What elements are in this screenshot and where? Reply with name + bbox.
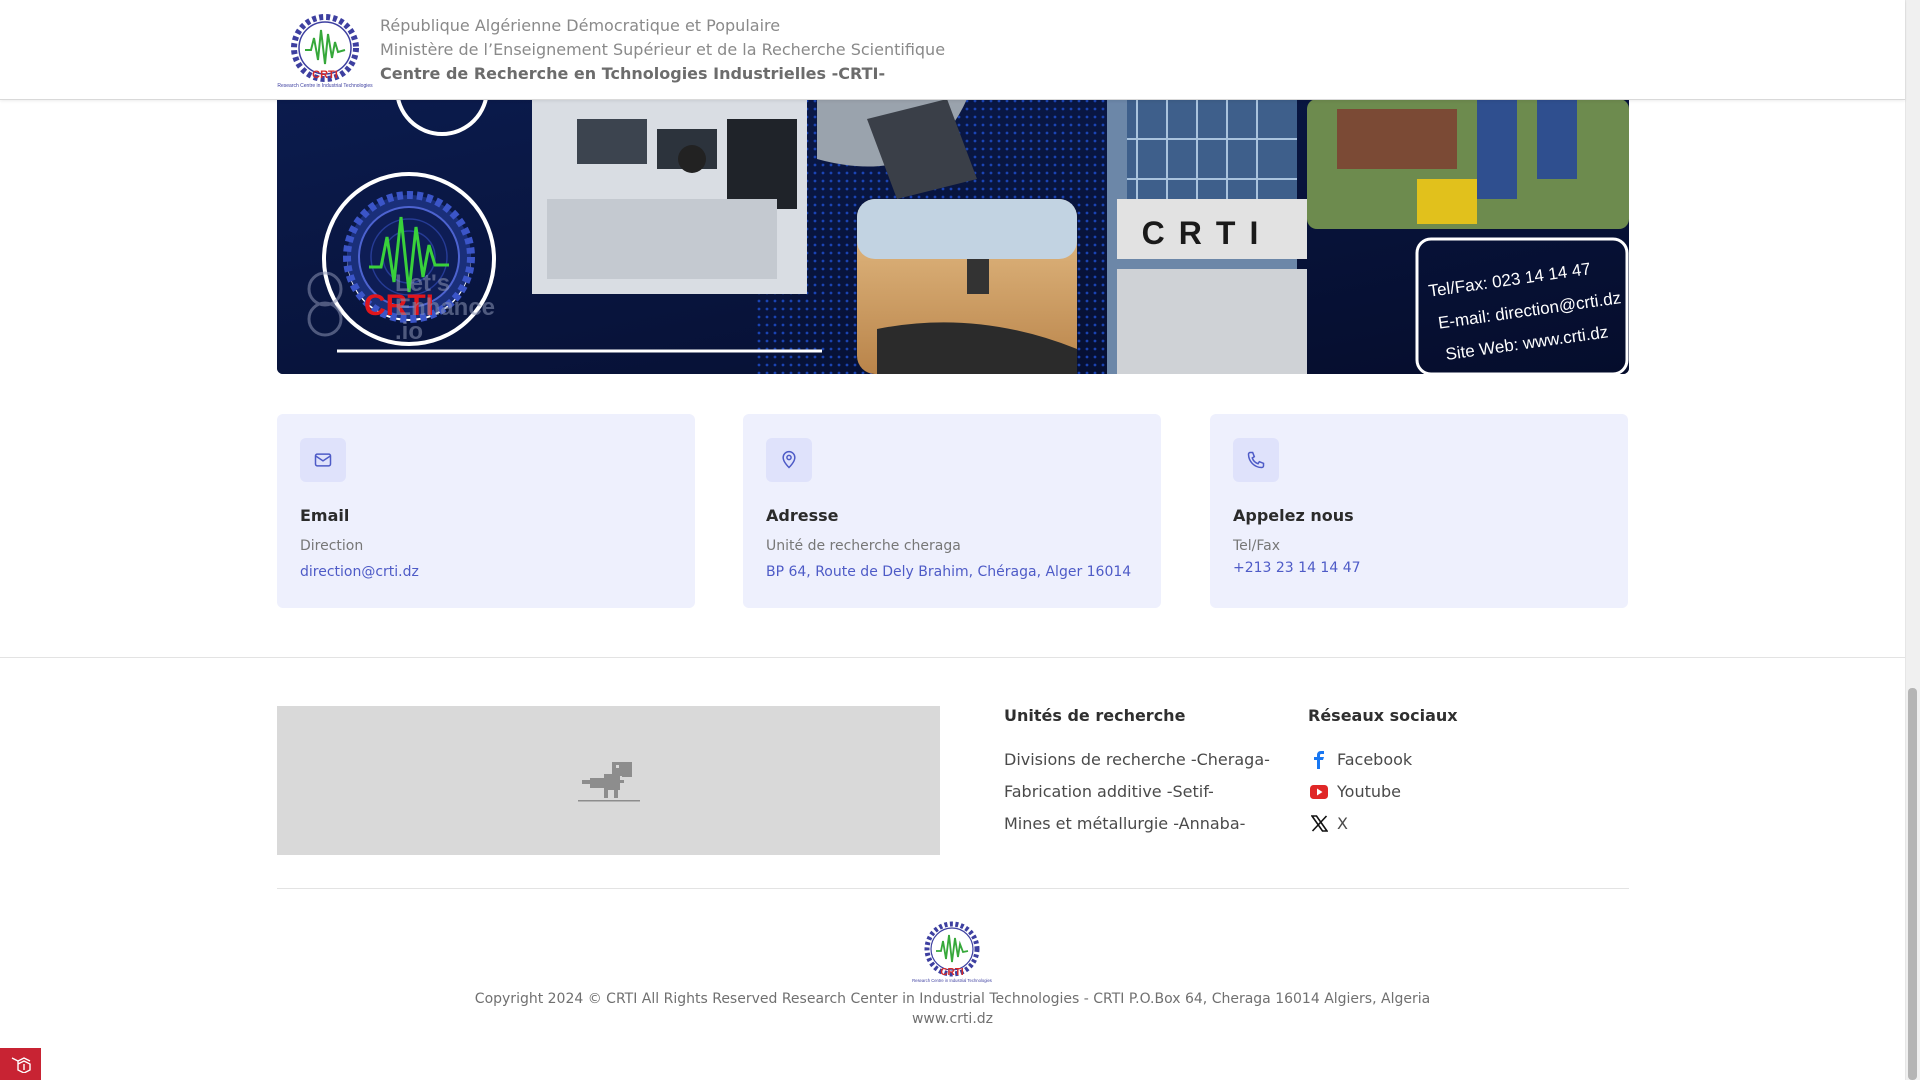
field-photo <box>1307 99 1629 229</box>
copyright-text: Copyright 2024 © CRTI All Rights Reserve… <box>474 991 1431 1007</box>
crti-logo[interactable]: CRTI Research Centre in Industrial Techn… <box>276 10 374 90</box>
social-link-youtube[interactable]: Youtube <box>1310 782 1401 801</box>
address-card: Adresse Unité de recherche cheraga BP 64… <box>743 414 1161 608</box>
unit-link-setif[interactable]: Fabrication additive -Setif- <box>1004 782 1214 801</box>
building-photo: CRTI <box>1107 99 1307 374</box>
svg-text:Research Centre in Industrial: Research Centre in Industrial Technologi… <box>277 83 373 89</box>
svg-text:CRTI: CRTI <box>312 69 338 81</box>
debug-toolbar-button[interactable] <box>0 1048 41 1080</box>
desert-photo <box>857 199 1077 374</box>
social-title: Réseaux sociaux <box>1308 706 1458 725</box>
map-embed[interactable] <box>277 706 940 855</box>
phone-card-title: Appelez nous <box>1233 506 1354 525</box>
svg-text:Let's: Let's <box>395 270 450 297</box>
footer-crti-logo: CRTI Research Centre in Industrial Techn… <box>911 919 993 985</box>
svg-text:.io: .io <box>395 318 423 345</box>
address-card-title: Adresse <box>766 506 839 525</box>
footer-divider <box>0 657 1905 658</box>
scrollbar-thumb[interactable] <box>1908 688 1917 1080</box>
header-titles: République Algérienne Démocratique et Po… <box>380 14 945 86</box>
svg-text:Research Centre in Industrial: Research Centre in Industrial Technologi… <box>912 978 992 983</box>
facebook-icon <box>1310 750 1328 769</box>
social-label-facebook: Facebook <box>1337 750 1413 769</box>
website-link[interactable]: www.crti.dz <box>0 1011 1905 1027</box>
svg-text:CRTI: CRTI <box>1142 215 1273 251</box>
header-line-republic: République Algérienne Démocratique et Po… <box>380 16 781 35</box>
social-link-x[interactable]: X <box>1310 814 1348 833</box>
phone-link[interactable]: +213 23 14 14 47 <box>1233 560 1361 576</box>
hero-banner: CRTI Let's Enhance .io CRTI Tel/Fax: 023… <box>277 99 1629 374</box>
email-link[interactable]: direction@crti.dz <box>300 564 419 580</box>
address-card-subtitle: Unité de recherche cheraga <box>766 538 961 554</box>
banner-collage: CRTI Let's Enhance .io CRTI Tel/Fax: 023… <box>277 99 1629 374</box>
social-label-x: X <box>1337 814 1348 833</box>
unit-link-cheraga[interactable]: Divisions de recherche -Cheraga- <box>1004 750 1270 769</box>
social-link-facebook[interactable]: Facebook <box>1310 750 1412 769</box>
youtube-icon <box>1310 783 1328 801</box>
email-card: Email Direction direction@crti.dz <box>277 414 695 608</box>
phone-card: Appelez nous Tel/Fax +213 23 14 14 47 <box>1210 414 1628 608</box>
unit-link-annaba[interactable]: Mines et métallurgie -Annaba- <box>1004 814 1245 833</box>
dinosaur-icon <box>577 761 640 801</box>
site-header: CRTI Research Centre in Industrial Techn… <box>0 0 1905 100</box>
mail-icon <box>300 438 346 482</box>
phone-card-subtitle: Tel/Fax <box>1233 538 1281 554</box>
header-line-center: Centre de Recherche en Tchnologies Indus… <box>380 64 886 83</box>
svg-text:Enhance: Enhance <box>395 294 495 321</box>
social-label-youtube: Youtube <box>1337 782 1401 801</box>
location-pin-icon <box>766 438 812 482</box>
laravel-icon <box>11 1057 31 1073</box>
email-card-subtitle: Direction <box>300 538 364 554</box>
email-card-title: Email <box>300 506 350 525</box>
header-line-ministry: Ministère de l’Enseignement Supérieur et… <box>380 40 946 59</box>
address-link[interactable]: BP 64, Route de Dely Brahim, Chéraga, Al… <box>766 564 1131 580</box>
x-icon <box>1310 815 1328 833</box>
svg-text:CRTI: CRTI <box>940 967 964 978</box>
lab-photo <box>532 99 807 294</box>
footer-bottom-divider <box>277 888 1629 889</box>
units-title: Unités de recherche <box>1004 706 1186 725</box>
phone-icon <box>1233 438 1279 482</box>
